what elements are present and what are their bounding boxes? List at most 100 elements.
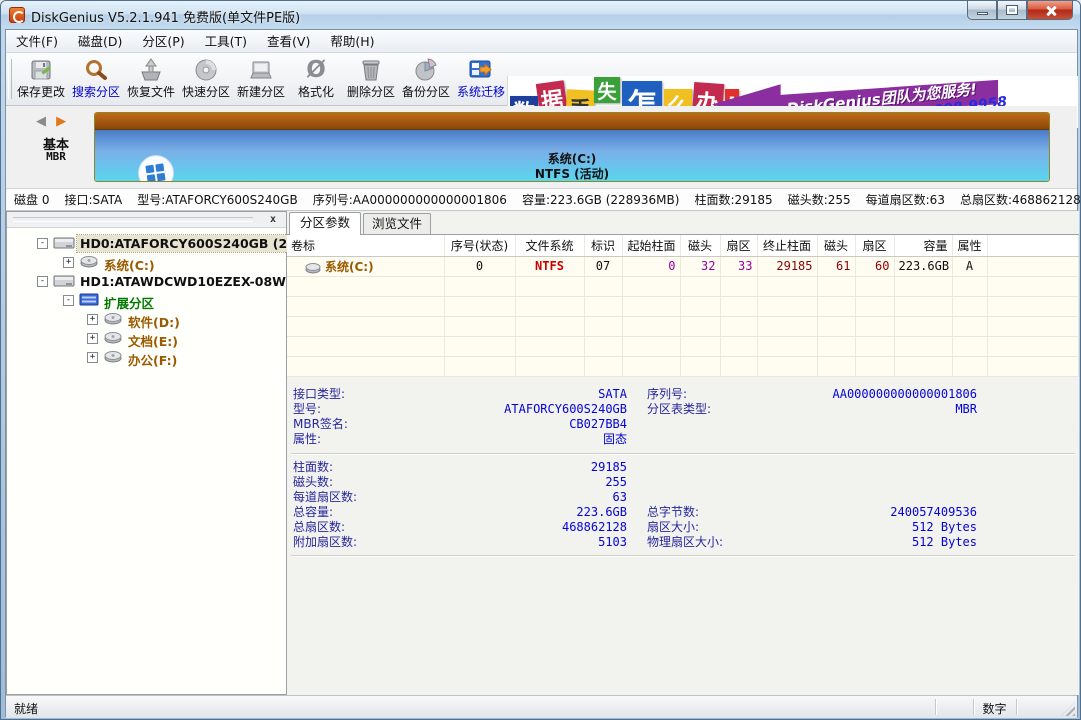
save-changes-button[interactable]: 保存更改 <box>14 55 68 104</box>
cell-index: 0 <box>444 256 515 276</box>
tree-item-hd0[interactable]: - HD0:ATAFORCY600S240GB (224GB) <box>7 234 286 253</box>
disk-model: 型号:ATAFORCY600S240GB <box>137 191 297 208</box>
menu-disk[interactable]: 磁盘(D) <box>68 30 132 53</box>
partition-icon <box>79 254 99 273</box>
detail-label: 总扇区数: <box>293 520 345 535</box>
col-id[interactable]: 标识 <box>584 235 622 256</box>
col-end-sec[interactable]: 扇区 <box>855 235 894 256</box>
next-disk-icon[interactable]: ▶ <box>56 114 69 129</box>
col-start-cyl[interactable]: 起始柱面 <box>622 235 680 256</box>
tree-panel-header[interactable]: x <box>7 212 286 228</box>
col-start-sec[interactable]: 扇区 <box>720 235 757 256</box>
table-header-row: 卷标 序号(状态) 文件系统 标识 起始柱面 磁头 扇区 终止柱面 磁头 扇区 … <box>287 235 1079 256</box>
recover-files-button[interactable]: 恢复文件 <box>124 55 178 104</box>
partition-tree-panel: x - HD0:ATAFORCY600S240GB (224GB) + 系统(C… <box>6 211 287 695</box>
empty-row <box>287 336 1079 356</box>
col-start-head[interactable]: 磁头 <box>680 235 720 256</box>
detail-label: 物理扇区大小: <box>647 535 723 550</box>
detail-value: 5103 <box>598 535 627 550</box>
col-capacity[interactable]: 容量 <box>894 235 952 256</box>
tree-item-office-f[interactable]: + 办公(F:) <box>7 348 286 367</box>
expand-icon[interactable]: + <box>87 352 98 363</box>
cell-id: 07 <box>584 256 622 276</box>
prev-disk-icon[interactable]: ◀ <box>36 114 49 129</box>
detail-label: MBR签名: <box>293 417 348 432</box>
cell-start-head: 32 <box>680 256 720 276</box>
detail-label: 扇区大小: <box>647 520 699 535</box>
panel-close-icon[interactable]: x <box>266 213 280 226</box>
close-button[interactable] <box>1027 1 1073 20</box>
col-attr[interactable]: 属性 <box>952 235 987 256</box>
partition-bar-system-c[interactable]: 系统(C:) NTFS (活动) 223.6GB <box>94 112 1050 182</box>
detail-label: 序列号: <box>647 387 687 402</box>
system-migration-button[interactable]: 系统迁移 <box>454 55 508 104</box>
disk-interface: 接口:SATA <box>64 191 122 208</box>
tree-item-documents-e[interactable]: + 文档(E:) <box>7 329 286 348</box>
collapse-icon[interactable]: - <box>37 276 48 287</box>
menu-partition[interactable]: 分区(P) <box>132 30 194 53</box>
backup-partition-button[interactable]: 备份分区 <box>399 55 453 104</box>
expand-icon[interactable]: + <box>87 333 98 344</box>
partition-bar-cap <box>95 113 1049 130</box>
toolbar-grip[interactable] <box>8 59 12 99</box>
format-button[interactable]: Ø 格式化 <box>289 55 343 104</box>
expand-icon[interactable]: + <box>87 314 98 325</box>
cell-filesystem: NTFS <box>515 256 584 276</box>
maximize-button[interactable] <box>997 1 1027 20</box>
detail-value: AA000000000000001806 <box>833 387 978 402</box>
delete-partition-button[interactable]: 删除分区 <box>344 55 398 104</box>
tab-browse-files[interactable]: 浏览文件 <box>363 213 431 234</box>
col-end-cyl[interactable]: 终止柱面 <box>757 235 817 256</box>
quick-partition-button[interactable]: 快速分区 <box>179 55 233 104</box>
minimize-button[interactable] <box>967 1 997 20</box>
detail-label: 总容量: <box>293 505 333 520</box>
ad-tile: 失 <box>594 77 620 103</box>
menu-tools[interactable]: 工具(T) <box>195 30 257 53</box>
cell-end-cyl: 29185 <box>757 256 817 276</box>
col-index[interactable]: 序号(状态) <box>444 235 515 256</box>
tree-item-hd1[interactable]: - HD1:ATAWDCWD10EZEX-08W (932GB) <box>7 272 286 291</box>
col-end-head[interactable]: 磁头 <box>817 235 855 256</box>
cell-volume[interactable]: 系统(C:) <box>287 256 444 276</box>
resize-grip[interactable] <box>1061 702 1075 716</box>
detail-label: 接口类型: <box>293 387 345 402</box>
title-bar[interactable]: DiskGenius V5.2.1.941 免费版(单文件PE版) <box>1 1 1080 29</box>
cell-start-cyl: 0 <box>622 256 680 276</box>
tree-item-software-d[interactable]: + 软件(D:) <box>7 310 286 329</box>
new-partition-icon <box>234 57 288 85</box>
extended-partition-icon <box>79 292 99 311</box>
disk-icon <box>53 273 75 293</box>
col-filesystem[interactable]: 文件系统 <box>515 235 584 256</box>
trash-icon <box>344 57 398 85</box>
floppy-icon <box>14 57 68 85</box>
menu-help[interactable]: 帮助(H) <box>320 30 384 53</box>
detail-label: 总字节数: <box>647 505 699 520</box>
tab-partition-params[interactable]: 分区参数 <box>289 212 361 235</box>
app-icon <box>9 7 25 23</box>
magnifier-icon <box>69 57 123 85</box>
tree-item-extended[interactable]: - 扩展分区 <box>7 291 286 310</box>
panel-grip[interactable] <box>13 217 253 222</box>
cd-icon <box>179 57 233 85</box>
detail-label: 分区表类型: <box>647 402 711 417</box>
empty-row <box>287 296 1079 316</box>
table-row-system-c[interactable]: 系统(C:) 0 NTFS 07 0 32 33 29185 61 60 223… <box>287 256 1079 276</box>
collapse-icon[interactable]: - <box>37 238 48 249</box>
tree-item-system-c[interactable]: + 系统(C:) <box>7 253 286 272</box>
expand-icon[interactable]: + <box>63 257 74 268</box>
col-volume[interactable]: 卷标 <box>287 235 444 256</box>
partition-icon <box>103 330 123 349</box>
detail-value: 29185 <box>591 460 627 475</box>
menu-file[interactable]: 文件(F) <box>6 30 68 53</box>
maximize-icon <box>1007 6 1017 14</box>
detail-value: MBR <box>955 402 977 417</box>
menu-view[interactable]: 查看(V) <box>257 30 320 53</box>
new-partition-button[interactable]: 新建分区 <box>234 55 288 104</box>
disk-sectors-per-track: 每道扇区数:63 <box>866 191 945 208</box>
partition-tree: - HD0:ATAFORCY600S240GB (224GB) + 系统(C:)… <box>7 230 286 694</box>
search-partition-button[interactable]: 搜索分区 <box>69 55 123 104</box>
partition-icon <box>103 349 123 368</box>
detail-value: ATAFORCY600S240GB <box>504 402 627 417</box>
partition-bar-body: 系统(C:) NTFS (活动) 223.6GB <box>95 130 1049 182</box>
collapse-icon[interactable]: - <box>63 295 74 306</box>
